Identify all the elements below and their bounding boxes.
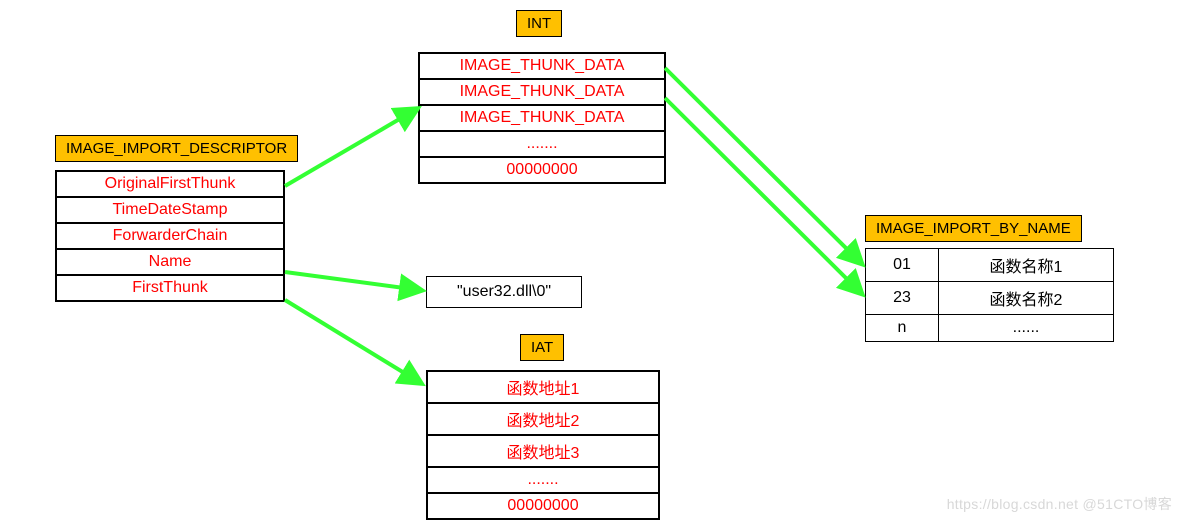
descriptor-title: IMAGE_IMPORT_DESCRIPTOR bbox=[55, 135, 298, 162]
table-row: IMAGE_THUNK_DATA bbox=[419, 53, 665, 79]
table-row: 00000000 bbox=[419, 157, 665, 183]
ibn-ord-2: n bbox=[866, 315, 939, 342]
iat-row-1: 函数地址2 bbox=[427, 403, 659, 435]
table-row: 函数地址3 bbox=[427, 435, 659, 467]
descriptor-row-2: ForwarderChain bbox=[56, 223, 284, 249]
int-row-1: IMAGE_THUNK_DATA bbox=[419, 79, 665, 105]
descriptor-row-3: Name bbox=[56, 249, 284, 275]
table-row: OriginalFirstThunk bbox=[56, 171, 284, 197]
iat-row-0: 函数地址1 bbox=[427, 371, 659, 403]
iat-table: 函数地址1 函数地址2 函数地址3 ....... 00000000 bbox=[426, 370, 660, 520]
arrow-oft-int bbox=[285, 110, 415, 186]
table-row: IMAGE_THUNK_DATA bbox=[419, 79, 665, 105]
import-by-name-table: 01 函数名称1 23 函数名称2 n ...... bbox=[865, 248, 1114, 342]
ibn-ord-1: 23 bbox=[866, 282, 939, 315]
table-row: 函数地址1 bbox=[427, 371, 659, 403]
table-row: TimeDateStamp bbox=[56, 197, 284, 223]
descriptor-row-4: FirstThunk bbox=[56, 275, 284, 301]
iat-title: IAT bbox=[520, 334, 564, 361]
ibn-name-0: 函数名称1 bbox=[939, 249, 1114, 282]
descriptor-row-0: OriginalFirstThunk bbox=[56, 171, 284, 197]
arrow-int1-ibn1 bbox=[665, 98, 860, 292]
table-row: n ...... bbox=[866, 315, 1114, 342]
int-title: INT bbox=[516, 10, 562, 37]
table-row: 01 函数名称1 bbox=[866, 249, 1114, 282]
int-row-0: IMAGE_THUNK_DATA bbox=[419, 53, 665, 79]
ibn-ord-0: 01 bbox=[866, 249, 939, 282]
ibn-name-1: 函数名称2 bbox=[939, 282, 1114, 315]
int-row-2: IMAGE_THUNK_DATA bbox=[419, 105, 665, 131]
int-table: IMAGE_THUNK_DATA IMAGE_THUNK_DATA IMAGE_… bbox=[418, 52, 666, 184]
iat-row-2: 函数地址3 bbox=[427, 435, 659, 467]
table-row: Name bbox=[56, 249, 284, 275]
watermark-text: https://blog.csdn.net @51CTO博客 bbox=[947, 494, 1172, 514]
ibn-name-2: ...... bbox=[939, 315, 1114, 342]
import-by-name-title: IMAGE_IMPORT_BY_NAME bbox=[865, 215, 1082, 242]
table-row: 23 函数名称2 bbox=[866, 282, 1114, 315]
dll-name-box: "user32.dll\0" bbox=[426, 276, 582, 308]
iat-row-3: ....... bbox=[427, 467, 659, 493]
table-row: FirstThunk bbox=[56, 275, 284, 301]
arrow-name-dll bbox=[285, 272, 419, 290]
table-row: IMAGE_THUNK_DATA bbox=[419, 105, 665, 131]
table-row: ....... bbox=[427, 467, 659, 493]
arrow-int0-ibn0 bbox=[665, 68, 860, 262]
table-row: 函数地址2 bbox=[427, 403, 659, 435]
table-row: ....... bbox=[419, 131, 665, 157]
int-row-4: 00000000 bbox=[419, 157, 665, 183]
descriptor-row-1: TimeDateStamp bbox=[56, 197, 284, 223]
int-row-3: ....... bbox=[419, 131, 665, 157]
arrow-ft-iat bbox=[285, 300, 419, 382]
table-row: ForwarderChain bbox=[56, 223, 284, 249]
descriptor-table: OriginalFirstThunk TimeDateStamp Forward… bbox=[55, 170, 285, 302]
iat-row-4: 00000000 bbox=[427, 493, 659, 519]
table-row: 00000000 bbox=[427, 493, 659, 519]
